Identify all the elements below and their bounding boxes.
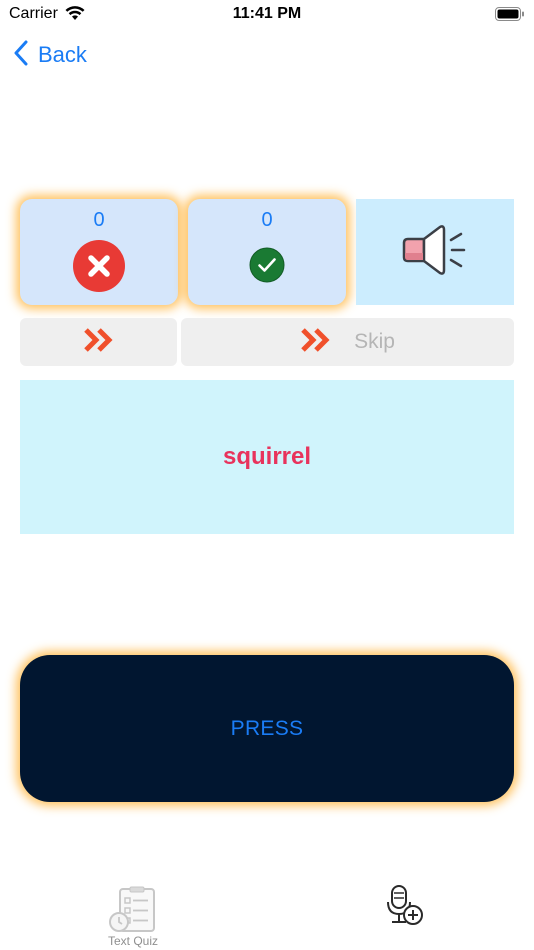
wrong-x-icon	[73, 240, 125, 297]
quiz-sheet-icon	[108, 886, 158, 941]
press-label: PRESS	[230, 716, 304, 740]
wrong-count-tile: 0	[20, 199, 178, 305]
wrong-count: 0	[93, 209, 105, 231]
mic-add-icon	[385, 885, 425, 932]
press-to-speak-button[interactable]: PRESS	[20, 655, 514, 802]
battery-icon	[495, 7, 525, 26]
tab-text-quiz-label: Text Quiz	[107, 934, 158, 948]
skip-button[interactable]: Skip	[181, 318, 514, 366]
right-count-tile: 0	[188, 199, 346, 305]
status-bar: Carrier 11:41 PM	[0, 0, 534, 30]
back-label: Back	[38, 42, 87, 67]
speak-word-button[interactable]	[356, 199, 514, 305]
next-button[interactable]	[20, 318, 177, 366]
double-chevron-right-icon	[300, 327, 332, 358]
quiz-word: squirrel	[222, 443, 312, 470]
back-button[interactable]: Back	[14, 40, 87, 70]
correct-check-icon	[249, 247, 285, 288]
chevron-left-icon	[14, 40, 28, 71]
skip-label: Skip	[354, 330, 395, 353]
tab-voice-quiz[interactable]	[385, 884, 425, 928]
quiz-word-card: squirrel	[20, 380, 514, 534]
right-count: 0	[261, 209, 273, 231]
tab-bar: Text Quiz	[0, 870, 534, 950]
tab-text-quiz[interactable]: Text Quiz	[100, 886, 166, 950]
speaker-icon	[400, 223, 470, 282]
status-time: 11:41 PM	[232, 5, 302, 22]
double-chevron-right-icon	[83, 327, 115, 358]
